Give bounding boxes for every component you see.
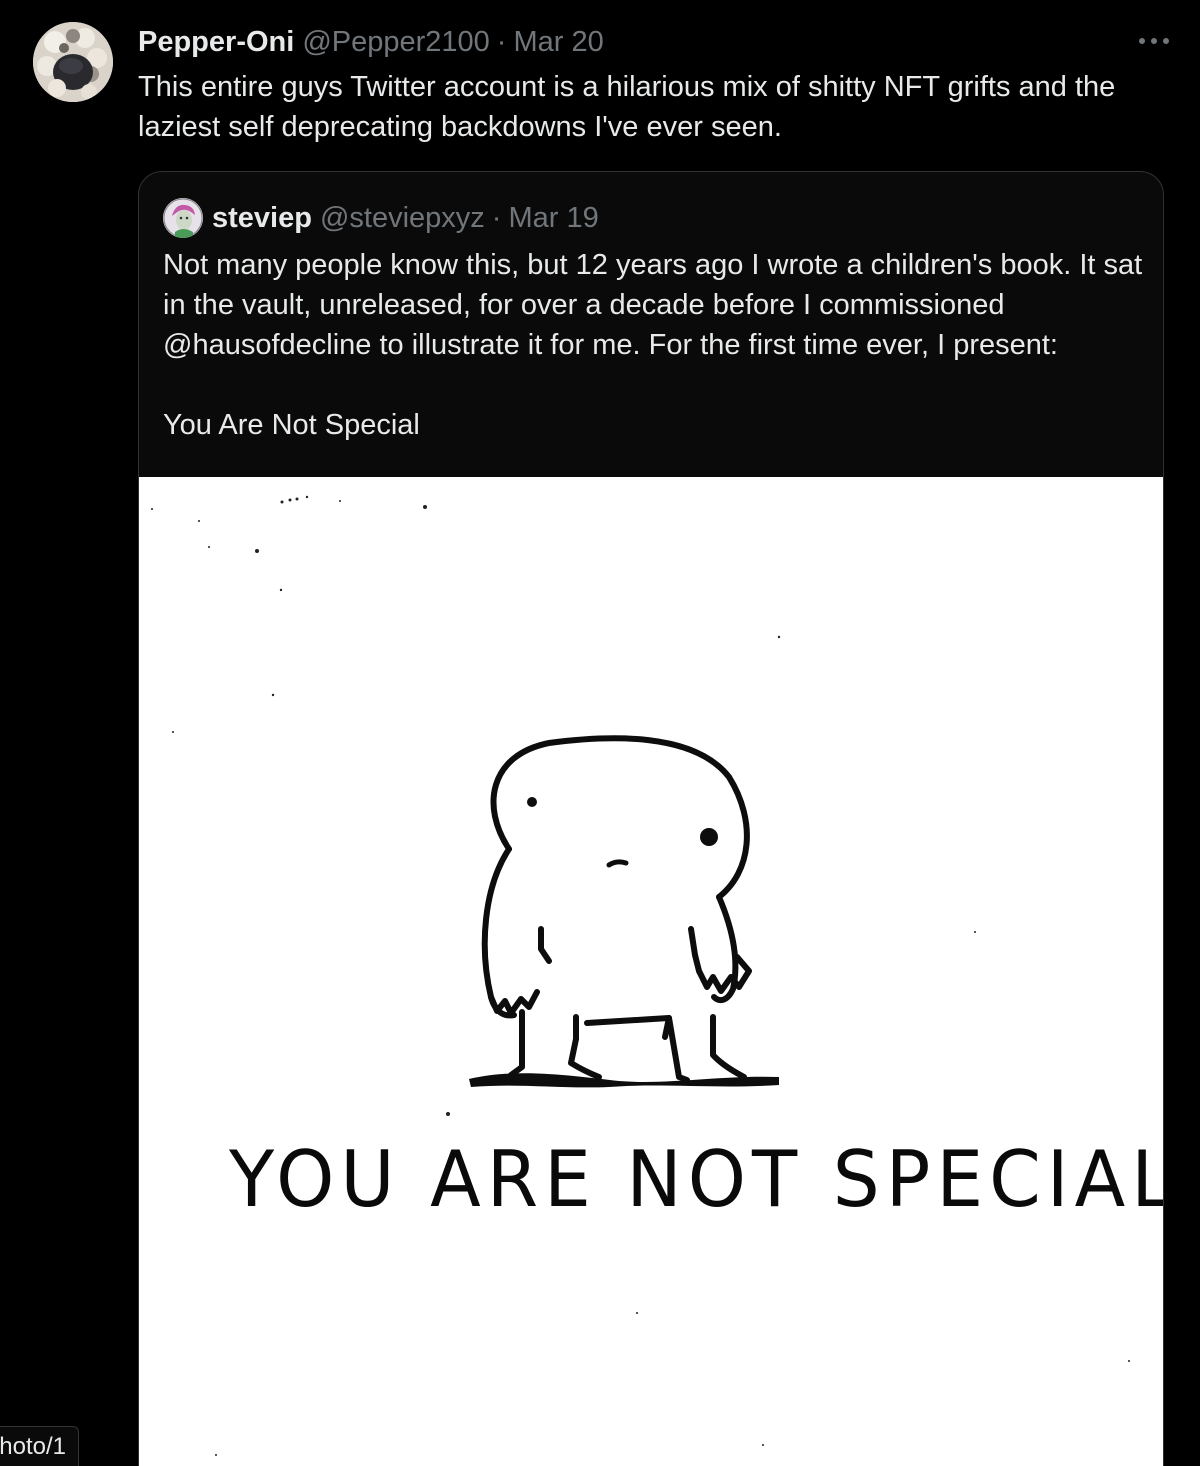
author-avatar-image <box>33 22 113 102</box>
ellipsis-icon <box>1139 38 1169 44</box>
illustration-caption: YOU ARE NOT SPECIAL. <box>229 1134 1164 1226</box>
tweet-text: This entire guys Twitter account is a hi… <box>138 71 1116 143</box>
tweet-header: Pepper-Oni @Pepper2100 · Mar 20 <box>138 24 604 60</box>
quoted-author-avatar[interactable] <box>163 198 203 238</box>
quoted-tweet-image[interactable]: YOU ARE NOT SPECIAL. <box>139 477 1163 1466</box>
quoted-author-display-name: steviep <box>212 201 312 234</box>
quoted-tweet-text: Not many people know this, but 12 years … <box>163 245 1153 445</box>
quoted-text-paragraph: You Are Not Special <box>163 409 420 441</box>
quoted-text-paragraph: Not many people know this, but 12 years … <box>163 249 1143 361</box>
author-display-name[interactable]: Pepper-Oni <box>138 26 294 59</box>
quoted-author-avatar-image <box>163 198 203 238</box>
tweet-timestamp[interactable]: Mar 20 <box>513 26 603 59</box>
status-bar-url: hoto/1 <box>0 1426 79 1466</box>
illustration-drawing <box>151 495 1130 1456</box>
more-options-button[interactable] <box>1134 26 1174 56</box>
author-handle[interactable]: @Pepper2100 <box>302 26 489 59</box>
quoted-tweet-timestamp: Mar 19 <box>508 201 599 234</box>
quoted-author-handle: @steviepxyz <box>319 201 485 234</box>
quoted-separator-dot: · <box>491 201 502 234</box>
quoted-tweet-header: steviep @steviepxyz · Mar 19 <box>163 198 599 238</box>
author-avatar[interactable] <box>33 22 113 102</box>
separator-dot: · <box>496 25 507 58</box>
tweet[interactable]: Pepper-Oni @Pepper2100 · Mar 20 This ent… <box>0 0 1200 1466</box>
quoted-tweet[interactable]: steviep @steviepxyz · Mar 19 Not many pe… <box>138 171 1164 1466</box>
